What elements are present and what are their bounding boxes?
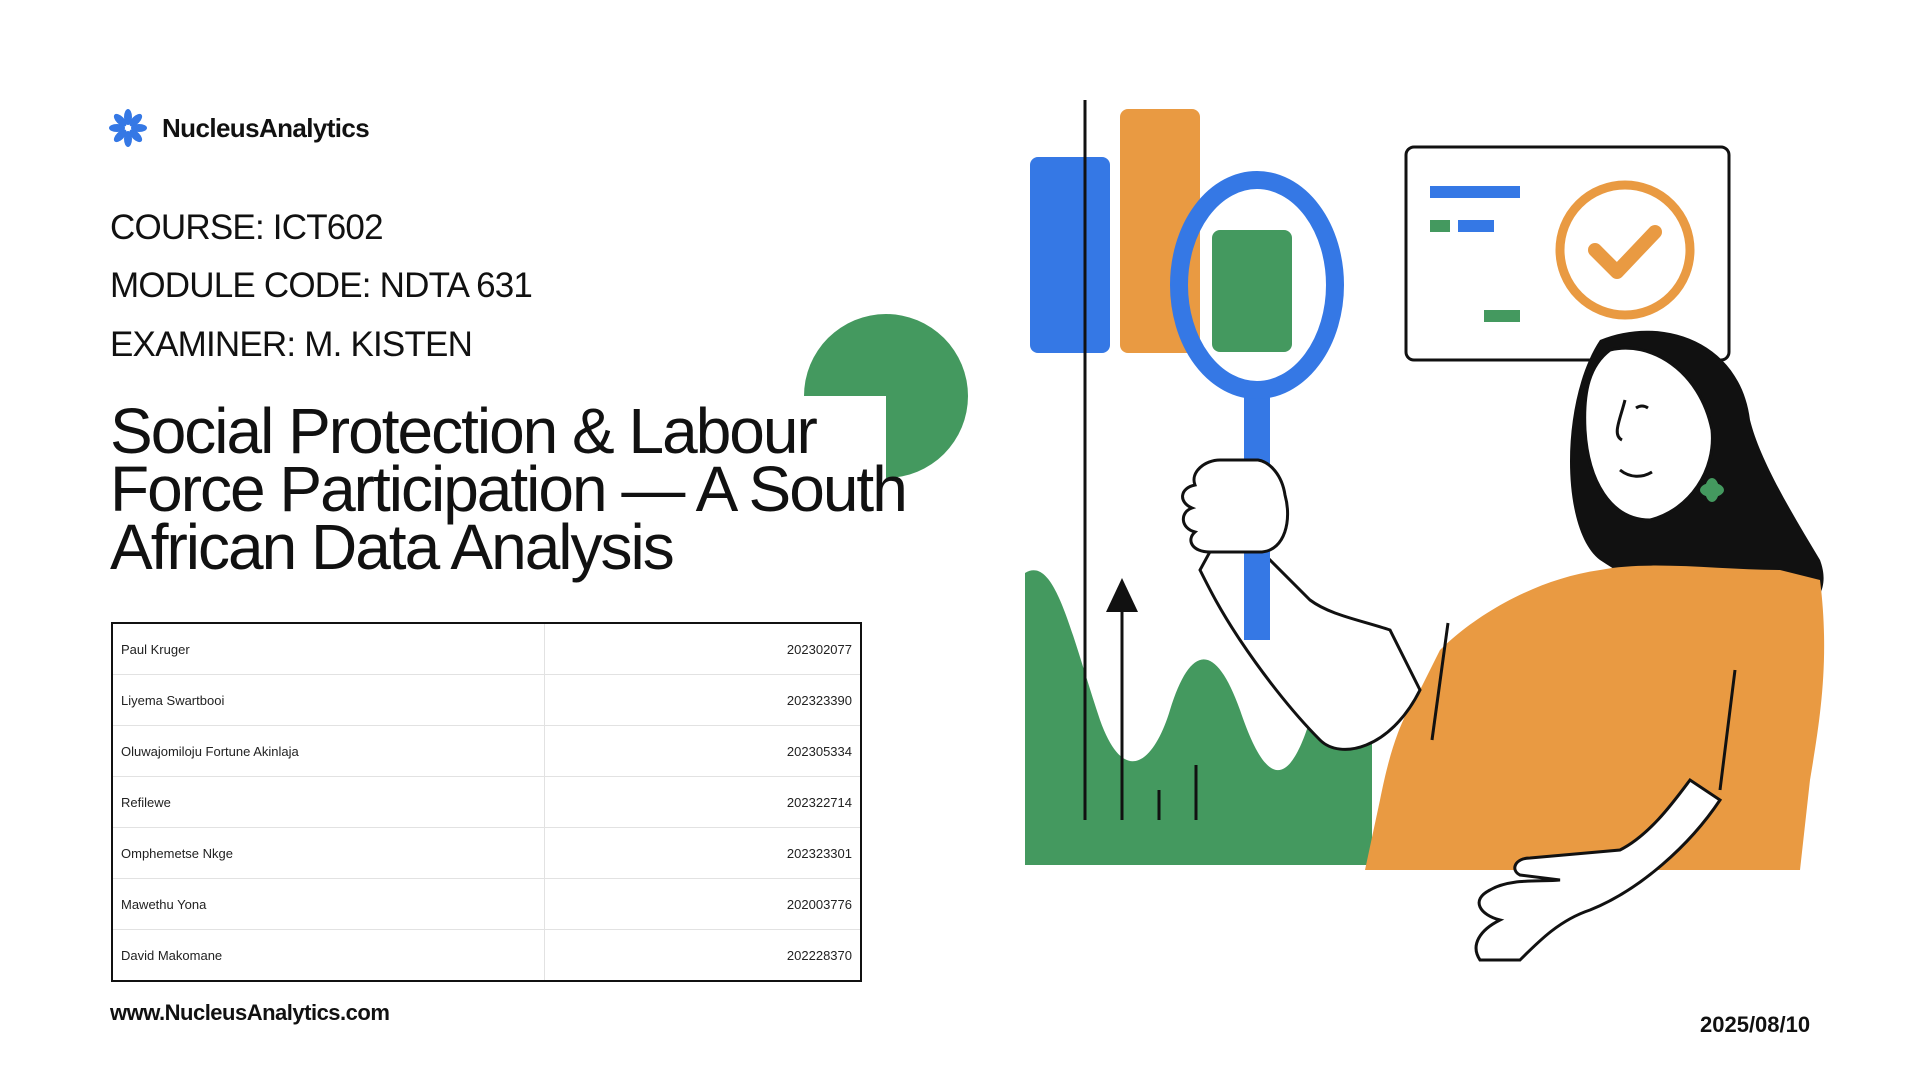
student-number-cell: 202323390 bbox=[544, 674, 861, 726]
green-bar-shape bbox=[1212, 230, 1292, 352]
student-number-cell: 202003776 bbox=[544, 878, 861, 930]
member-name-cell: Refilewe bbox=[112, 776, 545, 828]
member-name-cell: David Makomane bbox=[112, 929, 545, 981]
course-label: COURSE: ICT602 bbox=[110, 208, 384, 247]
table-row: Mawethu Yona 202003776 bbox=[112, 878, 861, 930]
presentation-date: 2025/08/10 bbox=[1700, 1012, 1811, 1037]
student-number-cell: 202228370 bbox=[786, 947, 852, 963]
asterisk-flower-icon bbox=[109, 109, 147, 147]
blue-bar-shape bbox=[1030, 157, 1110, 353]
table-row: Oluwajomiloju Fortune Akinlaja 202305334 bbox=[112, 725, 861, 777]
table-row: David Makomane 202228370 bbox=[112, 929, 861, 981]
student-number-cell: 202302077 bbox=[544, 623, 861, 675]
brand-logo: NucleusAnalytics bbox=[108, 108, 370, 148]
student-number-cell: 202305334 bbox=[544, 725, 861, 777]
member-name-cell: Mawethu Yona bbox=[112, 878, 545, 930]
module-code-label: MODULE CODE: NDTA 631 bbox=[110, 266, 533, 305]
data-analysis-illustration bbox=[1025, 100, 1825, 962]
examiner-label: EXAMINER: M. KISTEN bbox=[110, 325, 473, 364]
member-name-cell: Paul Kruger bbox=[112, 623, 545, 675]
website-link[interactable]: www.NucleusAnalytics.com bbox=[110, 1000, 390, 1026]
hand-shape bbox=[1181, 458, 1290, 554]
table-row: Liyema Swartbooi 202323390 bbox=[112, 674, 861, 726]
member-name-cell: Liyema Swartbooi bbox=[112, 674, 545, 726]
page-title: Social Protection & Labour Force Partici… bbox=[110, 395, 908, 583]
member-name-cell: Omphemetse Nkge bbox=[112, 827, 545, 879]
member-name-cell: Oluwajomiloju Fortune Akinlaja bbox=[112, 725, 545, 777]
table-row: Paul Kruger 202302077 bbox=[112, 623, 861, 675]
dashboard-card-icon bbox=[1404, 145, 1731, 362]
student-number-cell: 202323301 bbox=[544, 827, 861, 879]
group-members-table: Paul Kruger 202302077 Liyema Swartbooi 2023… bbox=[111, 622, 862, 982]
student-number-cell: 202322714 bbox=[544, 776, 861, 828]
table-row: Refilewe 202322714 bbox=[112, 776, 861, 828]
table-row: Omphemetse Nkge 202323301 bbox=[112, 827, 861, 879]
brand-name: NucleusAnalytics bbox=[162, 112, 370, 143]
